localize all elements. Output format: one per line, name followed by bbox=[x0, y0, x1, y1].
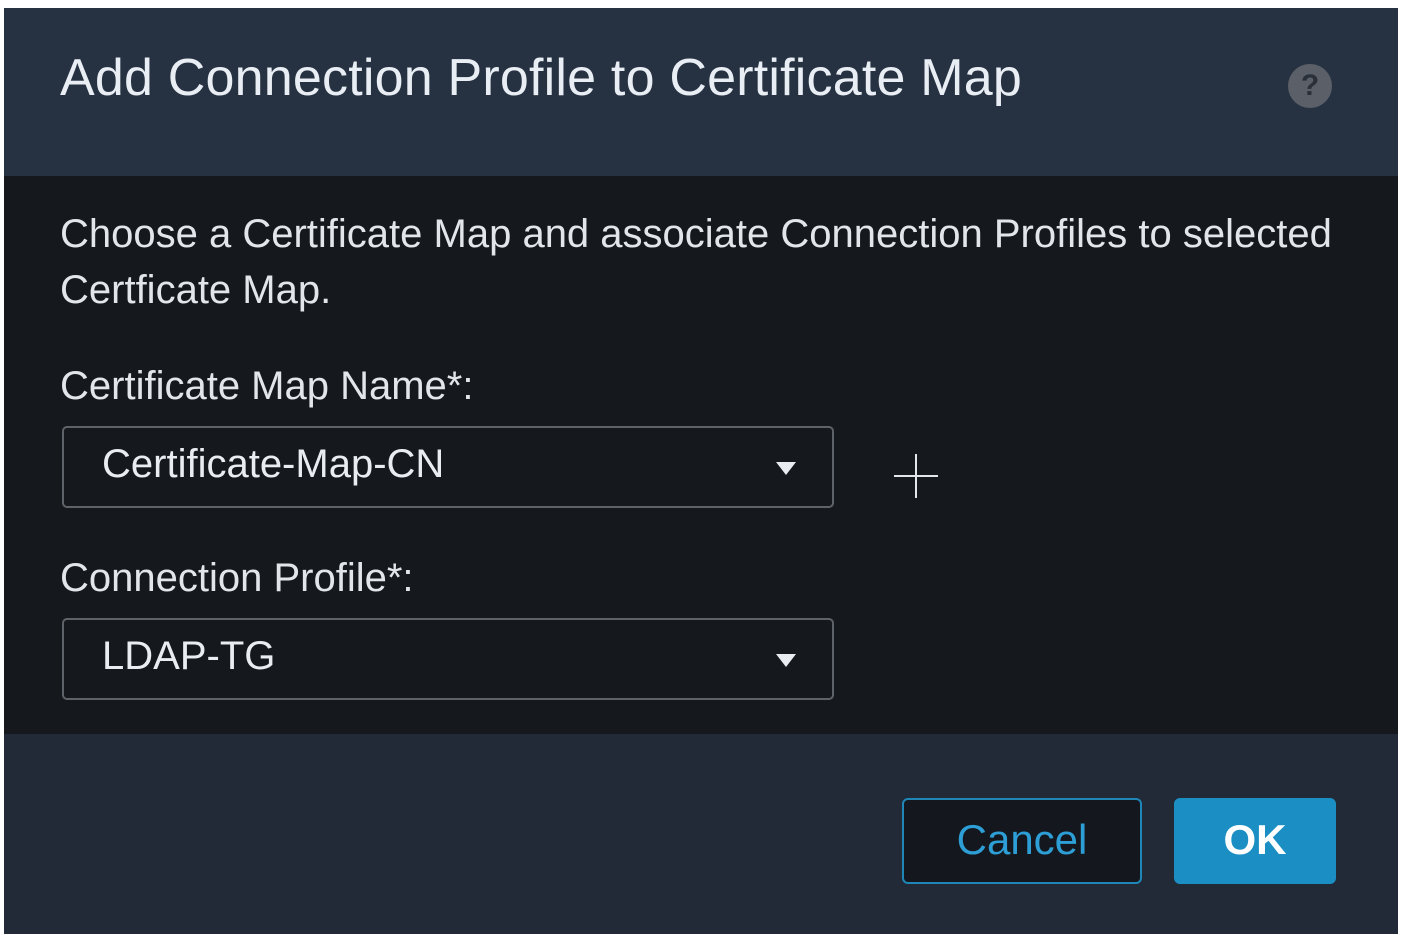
cancel-button[interactable]: Cancel bbox=[902, 798, 1142, 884]
certificate-map-selected-value: Certificate-Map-CN bbox=[102, 442, 445, 486]
certificate-map-name-label: Certificate Map Name*: bbox=[60, 364, 474, 408]
dialog-description: Choose a Certificate Map and associate C… bbox=[60, 212, 1332, 312]
dialog-header: Add Connection Profile to Certificate Ma… bbox=[4, 8, 1398, 176]
help-icon[interactable]: ? bbox=[1288, 64, 1332, 108]
dialog-title: Add Connection Profile to Certificate Ma… bbox=[60, 49, 1023, 107]
ok-button[interactable]: OK bbox=[1174, 798, 1336, 884]
chevron-down-icon bbox=[776, 654, 796, 667]
chevron-down-icon bbox=[776, 462, 796, 475]
dialog-footer: Cancel OK bbox=[4, 734, 1398, 934]
add-certificate-map-icon[interactable] bbox=[894, 454, 938, 498]
dialog-body: Choose a Certificate Map and associate C… bbox=[4, 176, 1398, 734]
certificate-map-select[interactable]: Certificate-Map-CN bbox=[62, 426, 834, 508]
connection-profile-select[interactable]: LDAP-TG bbox=[62, 618, 834, 700]
connection-profile-selected-value: LDAP-TG bbox=[102, 634, 276, 678]
add-connection-profile-dialog: Add Connection Profile to Certificate Ma… bbox=[4, 8, 1398, 934]
connection-profile-label: Connection Profile*: bbox=[60, 556, 414, 600]
